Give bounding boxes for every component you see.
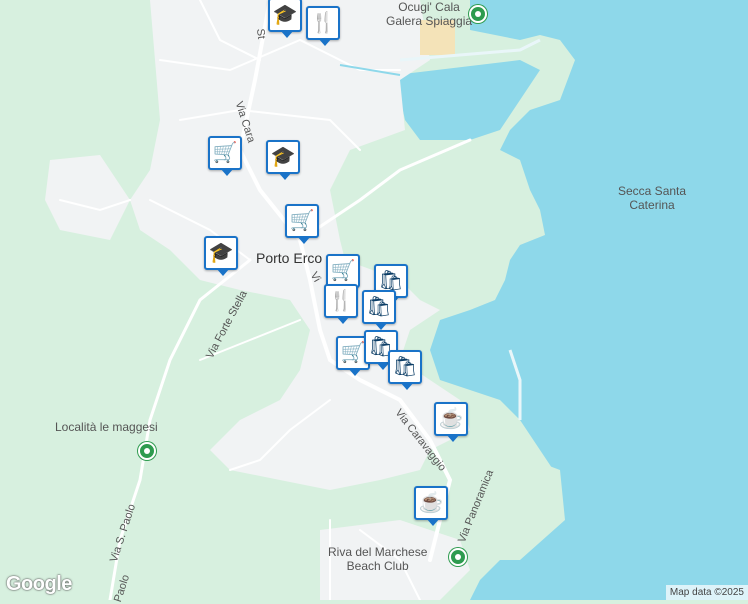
place-label-riva: Riva del Marchese Beach Club — [328, 545, 427, 573]
place-label-secca: Secca Santa Caterina — [618, 184, 686, 212]
marker-school-3[interactable]: 🎓 — [204, 236, 238, 276]
marker-school-1[interactable]: 🎓 — [268, 0, 302, 38]
beach-club-poi-icon[interactable] — [449, 548, 467, 566]
marker-restaurant-2[interactable]: 🍴 — [324, 284, 358, 324]
beach-poi-icon[interactable] — [469, 5, 487, 23]
google-logo[interactable]: Google — [6, 573, 72, 596]
park-poi-icon[interactable] — [138, 442, 156, 460]
urban-area-west — [45, 155, 130, 240]
marker-cafe-2[interactable]: ☕ — [414, 486, 448, 526]
marker-shop-2[interactable]: 🛒 — [285, 204, 319, 244]
map-attribution[interactable]: Map data ©2025 — [665, 585, 748, 600]
shopping-cart-icon: 🛒 — [330, 260, 356, 282]
graduation-cap-icon: 🎓 — [208, 242, 234, 264]
shopping-bag-icon: 🛍 — [392, 356, 418, 378]
marker-bag-2[interactable]: 🛍 — [362, 290, 396, 330]
marker-cafe-1[interactable]: ☕ — [434, 402, 468, 442]
graduation-cap-icon: 🎓 — [270, 146, 296, 168]
shopping-cart-icon: 🛒 — [212, 142, 238, 164]
shopping-bag-icon: 🛍 — [366, 296, 392, 318]
shopping-cart-icon: 🛒 — [289, 210, 315, 232]
fork-knife-icon: 🍴 — [310, 12, 336, 34]
marker-school-2[interactable]: 🎓 — [266, 140, 300, 180]
marker-bag-4[interactable]: 🛍 — [388, 350, 422, 390]
graduation-cap-icon: 🎓 — [272, 4, 298, 26]
place-label-ocugi-text: Ocugi' Cala Galera Spiaggia — [386, 0, 473, 28]
marker-shop-1[interactable]: 🛒 — [208, 136, 242, 176]
marker-shop-3[interactable]: 🛒 — [326, 254, 360, 294]
coffee-cup-icon: ☕ — [418, 492, 444, 514]
fork-knife-icon: 🍴 — [328, 290, 354, 312]
street-label-st: St — [254, 28, 268, 40]
place-label-secca-text: Secca Santa Caterina — [618, 184, 687, 212]
place-label-riva-text: Riva del Marchese Beach Club — [328, 545, 428, 573]
place-label-maggesi: Località le maggesi — [55, 420, 158, 434]
town-label-porto-ercole[interactable]: Porto Erco — [256, 250, 322, 266]
place-label-ocugi: Ocugi' Cala Galera Spiaggia — [386, 0, 472, 28]
coffee-cup-icon: ☕ — [438, 408, 464, 430]
marker-restaurant-1[interactable]: 🍴 — [306, 6, 340, 46]
